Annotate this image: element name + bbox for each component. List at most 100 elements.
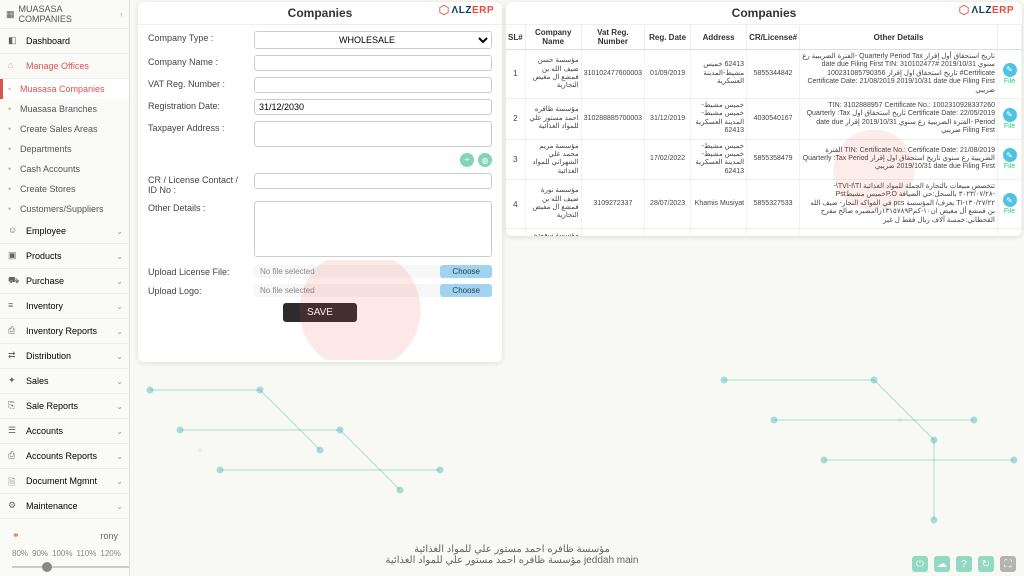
sidebar-item-distribution[interactable]: ⇄Distribution⌄ [0,344,129,369]
sidebar-sub-muasasa-companies[interactable]: Muasasa Companies [0,79,129,99]
sidebar-item-manage-offices[interactable]: ⌂ Manage Offices [0,54,129,79]
chevron-icon: ⌄ [116,352,123,361]
refresh-icon[interactable]: ↻ [978,556,994,572]
edit-button[interactable]: ✎ [1003,108,1017,122]
sidebar-item-employee[interactable]: ☺Employee⌄ [0,219,129,244]
sidebar-item-accounts-reports[interactable]: ⎙Accounts Reports⌄ [0,444,129,469]
chevron-icon: ⌄ [116,502,123,511]
cell-name: مؤسسة مريم محمد علي الشهراني للمواد الغذ… [525,139,581,180]
sidebar-item-label: Dashboard [26,36,70,46]
panel-title: Companies ΛLZERP [138,2,502,25]
sidebar-item-accounts[interactable]: ☰Accounts⌄ [0,419,129,444]
cell-other: تاريخ استحقاق أول إقرار Quarterly Period… [800,50,998,99]
sidebar-sub-muasasa-branches[interactable]: Muasasa Branches [0,99,129,119]
sidebar-sub-cash-accounts[interactable]: Cash Accounts [0,159,129,179]
cr-input[interactable] [254,173,492,189]
vat-input[interactable] [254,77,492,93]
power-icon[interactable]: ⏻ [912,556,928,572]
user-icon[interactable]: ⚭ [12,530,20,541]
cell-name: مؤسسة حسن ضيف الله بن فمشع ال مغيض التجا… [525,50,581,99]
cell-addr: Khamis Musiyat [691,180,747,229]
sidebar-item-inventory[interactable]: ≡Inventory⌄ [0,294,129,319]
taxpayer-label: Taxpayer Address : [148,121,248,133]
other-input[interactable] [254,201,492,257]
company-type-select[interactable]: WHOLESALE [254,31,492,49]
company-name-label: Company Name : [148,55,248,67]
purchase-icon: ⛟ [8,275,20,287]
file-link[interactable]: File [1000,163,1019,170]
cloud-icon[interactable]: ☁ [934,556,950,572]
th-sl: SL# [506,25,525,50]
circuit-decoration [674,370,1024,570]
file-link[interactable]: File [1000,78,1019,85]
chevron-left-icon[interactable]: ‹ [120,9,123,19]
cell-actions: ✎File [998,98,1022,139]
sidebar-item-products[interactable]: ▣Products⌄ [0,244,129,269]
choose-logo-button[interactable]: Choose [440,284,492,297]
offices-icon: ⌂ [8,60,20,72]
cell-addr: خميس مشيط-خميس مشيط-المدينة العسكرية 624… [691,139,747,180]
save-button[interactable]: SAVE [283,303,357,322]
cell-sl: 5 [506,229,525,236]
cell-cr: 5855344842 [747,50,800,99]
cell-sl: 2 [506,98,525,139]
table-row: 3مؤسسة مريم محمد علي الشهراني للمواد الغ… [506,139,1022,180]
dashboard-icon: ◧ [8,35,20,47]
sidebar-item-purchase[interactable]: ⛟Purchase⌄ [0,269,129,294]
cell-other: TIN: 3102888957 Certificate No.: 1002310… [800,98,998,139]
company-name-input[interactable] [254,55,492,71]
edit-button[interactable]: ✎ [1003,63,1017,77]
chevron-icon: ⌄ [116,327,123,336]
cell-vat: 310288885700003 [581,98,644,139]
chevron-icon: ⌄ [116,477,123,486]
cell-actions: ✎File [998,180,1022,229]
expand-icon[interactable]: ⛶ [1000,556,1016,572]
file-link[interactable]: File [1000,208,1019,215]
cr-label: CR / License Contact / ID No : [148,173,248,195]
zoom-slider[interactable] [12,566,130,568]
company-form: Company Type : WHOLESALE Company Name : … [138,25,502,328]
grid-icon: ▦ [6,9,15,20]
sidebar-sub-departments[interactable]: Departments [0,139,129,159]
upload-logo-label: Upload Logo: [148,286,248,296]
edit-button[interactable]: ✎ [1003,193,1017,207]
cell-other: TIN 3109262337 [800,229,998,236]
user-name: rony [100,531,118,541]
sidebar-footer: ⚭ rony 80% 90% 100% 110% 120% [0,522,130,576]
cell-date: 17/02/2022 [645,139,691,180]
sidebar-sub-customers-suppliers[interactable]: Customers/Suppliers [0,199,129,219]
brand: ΛLZERP [958,4,1014,16]
sidebar-item-maintenance[interactable]: ⚙Maintenance⌄ [0,494,129,519]
document-icon: 🗎 [8,475,20,487]
chevron-icon: ⌄ [116,427,123,436]
cell-cr: 4030540167 [747,229,800,236]
map-icon[interactable]: ⌖ [460,153,474,167]
cell-vat [581,229,644,236]
sidebar-item-sales[interactable]: ✦Sales⌄ [0,369,129,394]
sidebar-item-sale-reports[interactable]: ⎘Sale Reports⌄ [0,394,129,419]
cell-date: 01/09/2019 [645,50,691,99]
help-icon[interactable]: ? [956,556,972,572]
choose-license-button[interactable]: Choose [440,265,492,278]
sidebar-item-inventory-reports[interactable]: ⎙Inventory Reports⌄ [0,319,129,344]
cell-date: 31/12/2019 [645,98,691,139]
cell-vat: 3109272337 [581,180,644,229]
salereports-icon: ⎘ [8,400,20,412]
cell-cr: 5855327533 [747,180,800,229]
reports-icon: ⎙ [8,325,20,337]
globe-icon[interactable]: ◍ [478,153,492,167]
sidebar-sub-sales-areas[interactable]: Create Sales Areas [0,119,129,139]
sidebar-item-dashboard[interactable]: ◧ Dashboard [0,29,129,54]
edit-button[interactable]: ✎ [1003,148,1017,162]
chevron-icon: ⌄ [116,402,123,411]
sidebar-item-document-mgmnt[interactable]: 🗎Document Mgmnt⌄ [0,469,129,494]
file-link[interactable]: File [1000,123,1019,130]
reg-date-input[interactable] [254,99,492,115]
taxpayer-input[interactable] [254,121,492,147]
table-row: 1مؤسسة حسن ضيف الله بن فمشع ال مغيض التج… [506,50,1022,99]
cell-sl: 3 [506,139,525,180]
chevron-icon: ⌄ [116,377,123,386]
brand-text: ΛLZERP [972,5,1014,16]
sidebar-sub-create-stores[interactable]: Create Stores [0,179,129,199]
th-other: Other Details [800,25,998,50]
